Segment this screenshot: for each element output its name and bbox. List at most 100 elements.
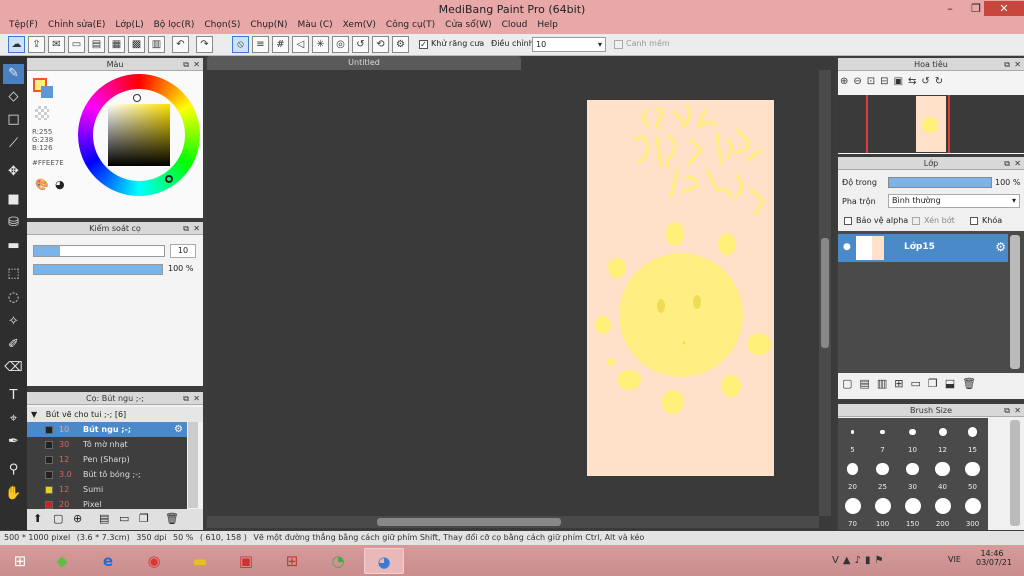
folder-icon[interactable]: ▭ bbox=[119, 512, 129, 525]
flip-icon[interactable]: ⇆ bbox=[908, 76, 921, 87]
close-icon[interactable]: ✕ bbox=[1014, 404, 1021, 417]
brush-size-option[interactable]: 15 bbox=[958, 418, 987, 455]
navigator-preview[interactable] bbox=[838, 95, 1024, 153]
brush-size-option[interactable]: 300 bbox=[958, 492, 987, 529]
copy-icon[interactable]: ❐ bbox=[139, 512, 149, 525]
brush-list-scrollbar[interactable] bbox=[188, 422, 198, 508]
eye-icon[interactable]: ● bbox=[843, 242, 851, 252]
brush-size-option[interactable]: 40 bbox=[928, 455, 957, 492]
bluestacks-icon[interactable]: ◆ bbox=[42, 548, 82, 574]
menu-file[interactable]: Tệp(F) bbox=[4, 18, 43, 34]
comment-icon[interactable]: ✉ bbox=[48, 36, 65, 53]
dot-tool-icon[interactable]: □ bbox=[3, 110, 24, 130]
powerpoint-icon[interactable]: ▣ bbox=[226, 548, 266, 574]
brush-size-value[interactable]: 10 bbox=[170, 244, 196, 258]
menu-color[interactable]: Màu (C) bbox=[293, 18, 338, 34]
file-explorer-icon[interactable]: ▬ bbox=[180, 548, 220, 574]
brush-tool-icon[interactable]: ✎ bbox=[3, 64, 24, 84]
rect-fill-tool-icon[interactable]: ■ bbox=[3, 190, 24, 210]
brush-add-menu-icon[interactable]: ⊕ bbox=[73, 512, 82, 525]
zoom-out-icon[interactable]: ⊖ bbox=[853, 76, 866, 87]
select-eraser-tool-icon[interactable]: ⌫ bbox=[3, 358, 24, 378]
brush-size-option[interactable]: 100 bbox=[868, 492, 897, 529]
snap-off-icon[interactable]: ⦸ bbox=[232, 36, 249, 53]
tray-expand-icon[interactable]: ▲ bbox=[843, 555, 855, 566]
settings-snap-icon[interactable]: ⚙ bbox=[392, 36, 409, 53]
popout-icon[interactable]: ⧉ bbox=[1004, 58, 1010, 71]
brush-item[interactable]: 12 Sumi bbox=[27, 482, 187, 497]
add-layer-menu-icon[interactable]: ⊞ bbox=[894, 377, 910, 390]
operation-tool-icon[interactable]: ✒ bbox=[3, 432, 24, 452]
medibang-taskbar-icon[interactable]: ◕ bbox=[364, 548, 404, 574]
gear-icon[interactable]: ⚙ bbox=[995, 240, 1006, 254]
clock[interactable]: 14:46 03/07/21 bbox=[976, 549, 1012, 567]
new-8bit-layer-icon[interactable]: ▥ bbox=[877, 377, 894, 390]
delete-layer-icon[interactable]: 🗑 bbox=[962, 377, 983, 390]
gradient-tool-icon[interactable]: ▬ bbox=[3, 236, 24, 256]
menu-edit[interactable]: Chỉnh sửa(E) bbox=[43, 18, 110, 34]
menu-snap[interactable]: Chụp(N) bbox=[245, 18, 292, 34]
popout-icon[interactable]: ⧉ bbox=[183, 392, 189, 405]
merge-down-icon[interactable]: ⬓ bbox=[945, 377, 962, 390]
lasso-tool-icon[interactable]: ◌ bbox=[3, 288, 24, 308]
brush-size-option[interactable]: 25 bbox=[868, 455, 897, 492]
app-tiles-icon[interactable]: ⊞ bbox=[272, 548, 312, 574]
brush-group-row[interactable]: ▼ Bút vẽ cho tui ;-; [6] bbox=[27, 407, 203, 422]
text-tool-icon[interactable]: T bbox=[3, 386, 24, 406]
brush-item[interactable]: 12 Pen (Sharp) bbox=[27, 452, 187, 467]
correction-dropdown[interactable]: 10 ▾ bbox=[532, 37, 606, 52]
palette-settings-icon[interactable]: ◕ bbox=[55, 178, 65, 191]
rotate-left-icon[interactable]: ↺ bbox=[921, 76, 934, 87]
internet-explorer-icon[interactable]: e bbox=[88, 548, 128, 574]
brush-size-option[interactable]: 30 bbox=[898, 455, 927, 492]
menu-layer[interactable]: Lớp(L) bbox=[110, 18, 148, 34]
select-tool-icon[interactable]: ⬚ bbox=[3, 264, 24, 284]
drawing-canvas[interactable] bbox=[587, 100, 774, 476]
close-icon[interactable]: ✕ bbox=[1014, 58, 1021, 71]
rotate-right-icon[interactable]: ↻ bbox=[935, 76, 948, 87]
layout-icon[interactable]: ▥ bbox=[148, 36, 165, 53]
transparent-swatch[interactable] bbox=[35, 106, 49, 120]
page-icon[interactable]: ▤ bbox=[88, 36, 105, 53]
menu-window[interactable]: Cửa sổ(W) bbox=[440, 18, 496, 34]
brush-item[interactable]: 3.0 Bút tô bóng ;-; bbox=[27, 467, 187, 482]
color-wheel[interactable] bbox=[78, 74, 200, 196]
new-layer-icon[interactable]: ▢ bbox=[842, 377, 859, 390]
duplicate-layer-icon[interactable]: ❐ bbox=[928, 377, 945, 390]
actual-size-icon[interactable]: ⊟ bbox=[880, 76, 893, 87]
menu-help[interactable]: Help bbox=[532, 18, 563, 34]
magic-wand-tool-icon[interactable]: ✧ bbox=[3, 312, 24, 332]
brush-size-scrollbar[interactable] bbox=[1010, 420, 1020, 526]
menu-filter[interactable]: Bộ lọc(R) bbox=[149, 18, 200, 34]
chat-icon[interactable]: ▭ bbox=[68, 36, 85, 53]
brush-size-option[interactable]: 5 bbox=[838, 418, 867, 455]
antialias-checkbox[interactable]: ✓ bbox=[419, 40, 428, 49]
minimize-button[interactable]: – bbox=[938, 1, 962, 16]
brush-size-option[interactable]: 10 bbox=[898, 418, 927, 455]
tray-app-icon[interactable]: V bbox=[832, 555, 843, 566]
flag-icon[interactable]: ⚑ bbox=[874, 555, 887, 566]
clipping-checkbox[interactable] bbox=[912, 217, 920, 225]
bucket-tool-icon[interactable]: ⛁ bbox=[3, 213, 24, 233]
popout-icon[interactable]: ⧉ bbox=[183, 222, 189, 235]
close-icon[interactable]: ✕ bbox=[193, 58, 200, 71]
volume-icon[interactable]: ♪ bbox=[855, 555, 865, 566]
curve-snap-icon[interactable]: ↺ bbox=[352, 36, 369, 53]
popout-icon[interactable]: ⧉ bbox=[1004, 157, 1010, 170]
protect-alpha-checkbox[interactable] bbox=[844, 217, 852, 225]
brush-item[interactable]: 10 Bút ngu ;-; ⚙ bbox=[27, 422, 187, 437]
move-tool-icon[interactable]: ✥ bbox=[3, 162, 24, 182]
input-language[interactable]: VIE bbox=[948, 555, 961, 564]
layer-scrollbar[interactable] bbox=[1010, 235, 1020, 369]
cloud-icon[interactable]: ☁ bbox=[8, 36, 25, 53]
brush-size-option[interactable]: 200 bbox=[928, 492, 957, 529]
folder-icon[interactable]: ▭ bbox=[910, 377, 927, 390]
snap-soft-checkbox[interactable] bbox=[614, 40, 623, 49]
app-leaf-icon[interactable]: ◔ bbox=[318, 548, 358, 574]
pages-icon[interactable]: ▦ bbox=[108, 36, 125, 53]
lock-checkbox[interactable] bbox=[970, 217, 978, 225]
brush-page-icon[interactable]: ▤ bbox=[99, 512, 109, 525]
brush-size-option[interactable]: 20 bbox=[838, 455, 867, 492]
menu-view[interactable]: Xem(V) bbox=[338, 18, 381, 34]
eraser-tool-icon[interactable]: ◇ bbox=[3, 87, 24, 107]
